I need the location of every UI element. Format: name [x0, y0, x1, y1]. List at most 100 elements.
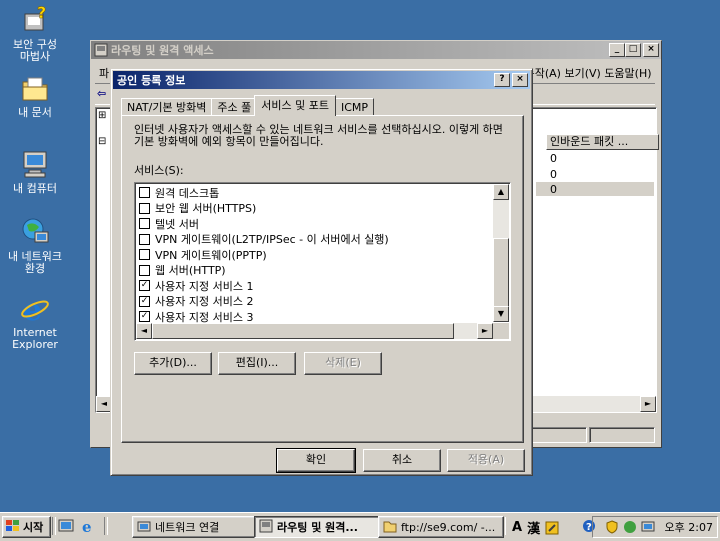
service-item[interactable]: VPN 게이트웨이(L2TP/IPSec - 이 서버에서 실행)	[139, 232, 489, 248]
service-checkbox[interactable]	[139, 264, 150, 276]
minimize-button[interactable]: _	[609, 43, 625, 57]
language-bar: A 漢	[512, 518, 559, 537]
help-button[interactable]: ?	[494, 73, 510, 87]
service-item[interactable]: 보안 웹 서버(HTTPS)	[139, 201, 489, 217]
service-item[interactable]: 텔넷 서버	[139, 216, 489, 232]
desktop-icon-security-wizard[interactable]: ? 보안 구성 마법사	[0, 3, 70, 63]
scroll-up-button[interactable]: ▲	[493, 184, 509, 200]
task-label: 네트워크 연결	[155, 521, 220, 534]
hanja-button[interactable]: 漢	[527, 518, 540, 537]
desktop-icon-label: 내 네트워크 환경	[7, 250, 63, 275]
monitor-tray-icon[interactable]	[641, 520, 655, 534]
network-connections-icon	[137, 519, 151, 536]
cancel-button[interactable]: 취소	[363, 449, 441, 472]
task-ftp-browser[interactable]: ftp://se9.com/ -...	[378, 516, 504, 538]
delete-button[interactable]: 삭제(E)	[304, 352, 382, 375]
horizontal-scrollbar[interactable]: ◄ ►	[136, 323, 493, 339]
dialog-title: 공인 등록 정보	[117, 74, 186, 87]
task-label: 라우팅 및 원격...	[277, 521, 358, 534]
service-checkbox[interactable]	[139, 218, 150, 230]
network-tray-icon[interactable]	[623, 520, 637, 534]
scroll-thumb[interactable]	[493, 238, 509, 308]
service-item[interactable]: ✓ 사용자 지정 서비스 1	[139, 278, 489, 294]
desktop-icon-my-documents[interactable]: 내 문서	[0, 72, 70, 119]
public-properties-dialog[interactable]: 공인 등록 정보 ? × NAT/기본 방화벽 주소 풀 서비스 및 포트 IC…	[110, 68, 533, 476]
list-row[interactable]: 0	[550, 152, 557, 165]
column-header-inbound-packets[interactable]: 인바운드 패킷 ...	[550, 135, 628, 148]
list-header: 인바운드 패킷 ...	[546, 134, 659, 150]
service-item[interactable]: VPN 게이트웨이(PPTP)	[139, 247, 489, 263]
scroll-down-button[interactable]: ▼	[493, 306, 509, 322]
desktop-icon-label: Internet Explorer	[12, 326, 58, 351]
desktop-icon-my-computer[interactable]: 내 컴퓨터	[0, 148, 70, 195]
desktop-icon-internet-explorer[interactable]: e Internet Explorer	[0, 292, 70, 351]
service-label: 사용자 지정 서비스 1	[155, 279, 254, 293]
scroll-left-button[interactable]: ◄	[136, 323, 152, 339]
start-button[interactable]: 시작	[2, 516, 51, 538]
apply-button[interactable]: 적용(A)	[447, 449, 525, 472]
task-routing-remote-access[interactable]: 라우팅 및 원격...	[254, 516, 382, 538]
taskbar: 시작 e 네트워크 연결 라우팅 및 원격... ftp://se9.com/ …	[0, 512, 720, 541]
tab-address-pool[interactable]: 주소 풀	[211, 98, 258, 116]
description-text: 인터넷 사용자가 액세스할 수 있는 네트워크 서비스를 선택하십시오. 이렇게…	[134, 123, 503, 148]
service-checkbox[interactable]	[139, 233, 150, 245]
ok-button[interactable]: 확인	[276, 448, 356, 473]
start-label: 시작	[23, 521, 44, 534]
tab-strip: NAT/기본 방화벽 주소 풀 서비스 및 포트 ICMP	[121, 95, 375, 116]
lang-a-button[interactable]: A	[512, 520, 522, 535]
tab-services-ports[interactable]: 서비스 및 포트	[254, 95, 336, 116]
desktop-icon-label: 보안 구성 마법사	[13, 38, 57, 63]
my-network-icon	[19, 216, 51, 248]
service-label: 웹 서버(HTTP)	[155, 264, 226, 278]
windows-logo-icon	[6, 519, 20, 535]
desktop-icon-label: 내 문서	[18, 106, 52, 119]
service-item[interactable]: 원격 데스크톱	[139, 185, 489, 201]
svg-text:e: e	[82, 518, 92, 534]
routing-app-icon	[94, 43, 108, 57]
service-checkbox[interactable]	[139, 249, 150, 261]
list-row-selected[interactable]: 0	[536, 182, 654, 196]
internet-explorer-icon[interactable]: e	[80, 518, 96, 536]
ime-tool-icon[interactable]	[545, 521, 559, 535]
service-item[interactable]: ✓ 사용자 지정 서비스 2	[139, 294, 489, 310]
services-listbox[interactable]: 원격 데스크톱 보안 웹 서버(HTTPS) 텔넷 서버 VPN 게이트웨이(L2TP…	[134, 182, 511, 341]
service-checkbox[interactable]: ✓	[139, 280, 150, 292]
service-checkbox[interactable]: ✓	[139, 295, 150, 307]
service-item[interactable]: 웹 서버(HTTP)	[139, 263, 489, 279]
scroll-right-button[interactable]: ►	[477, 323, 493, 339]
services-label: 서비스(S):	[134, 164, 184, 177]
menu-item-file[interactable]: 파	[99, 67, 109, 80]
scroll-thumb[interactable]	[152, 323, 454, 339]
show-desktop-icon[interactable]	[58, 518, 74, 534]
edit-button[interactable]: 편집(I)...	[218, 352, 296, 375]
scroll-right-button[interactable]: ►	[640, 396, 656, 412]
list-row[interactable]: 0	[550, 168, 557, 181]
close-button[interactable]: ×	[643, 43, 659, 57]
tab-nat-firewall[interactable]: NAT/기본 방화벽	[121, 98, 213, 116]
service-checkbox[interactable]	[139, 187, 150, 199]
window-title: 라우팅 및 원격 액세스	[111, 44, 214, 57]
service-label: VPN 게이트웨이(L2TP/IPSec - 이 서버에서 실행)	[155, 233, 389, 247]
shield-icon[interactable]	[605, 520, 619, 534]
tab-icmp[interactable]: ICMP	[335, 98, 375, 116]
security-wizard-icon: ?	[19, 3, 51, 36]
vertical-scrollbar[interactable]: ▲ ▼	[493, 184, 509, 322]
service-label: VPN 게이트웨이(PPTP)	[155, 248, 267, 262]
desktop-icon-my-network[interactable]: 내 네트워크 환경	[0, 216, 70, 275]
dialog-close-button[interactable]: ×	[512, 73, 528, 87]
my-computer-icon	[19, 148, 51, 180]
dialog-title-bar[interactable]: 공인 등록 정보 ? ×	[113, 71, 530, 89]
clock[interactable]: 오후 2:07	[665, 519, 713, 535]
svg-text:?: ?	[37, 4, 46, 22]
service-label: 원격 데스크톱	[155, 186, 220, 200]
desktop-icon-label: 내 컴퓨터	[13, 182, 57, 195]
menu-row-rest[interactable]: 동작(A) 보기(V) 도움말(H)	[525, 67, 652, 80]
service-label: 텔넷 서버	[155, 217, 199, 231]
maximize-button[interactable]: □	[625, 43, 641, 57]
window-title-bar[interactable]: 라우팅 및 원격 액세스 _ □ ×	[91, 41, 661, 59]
service-checkbox[interactable]	[139, 202, 150, 214]
back-arrow-icon[interactable]: ⇦	[97, 87, 106, 100]
service-checkbox[interactable]: ✓	[139, 311, 150, 323]
add-button[interactable]: 추가(D)...	[134, 352, 212, 375]
task-network-connections[interactable]: 네트워크 연결	[132, 516, 258, 538]
